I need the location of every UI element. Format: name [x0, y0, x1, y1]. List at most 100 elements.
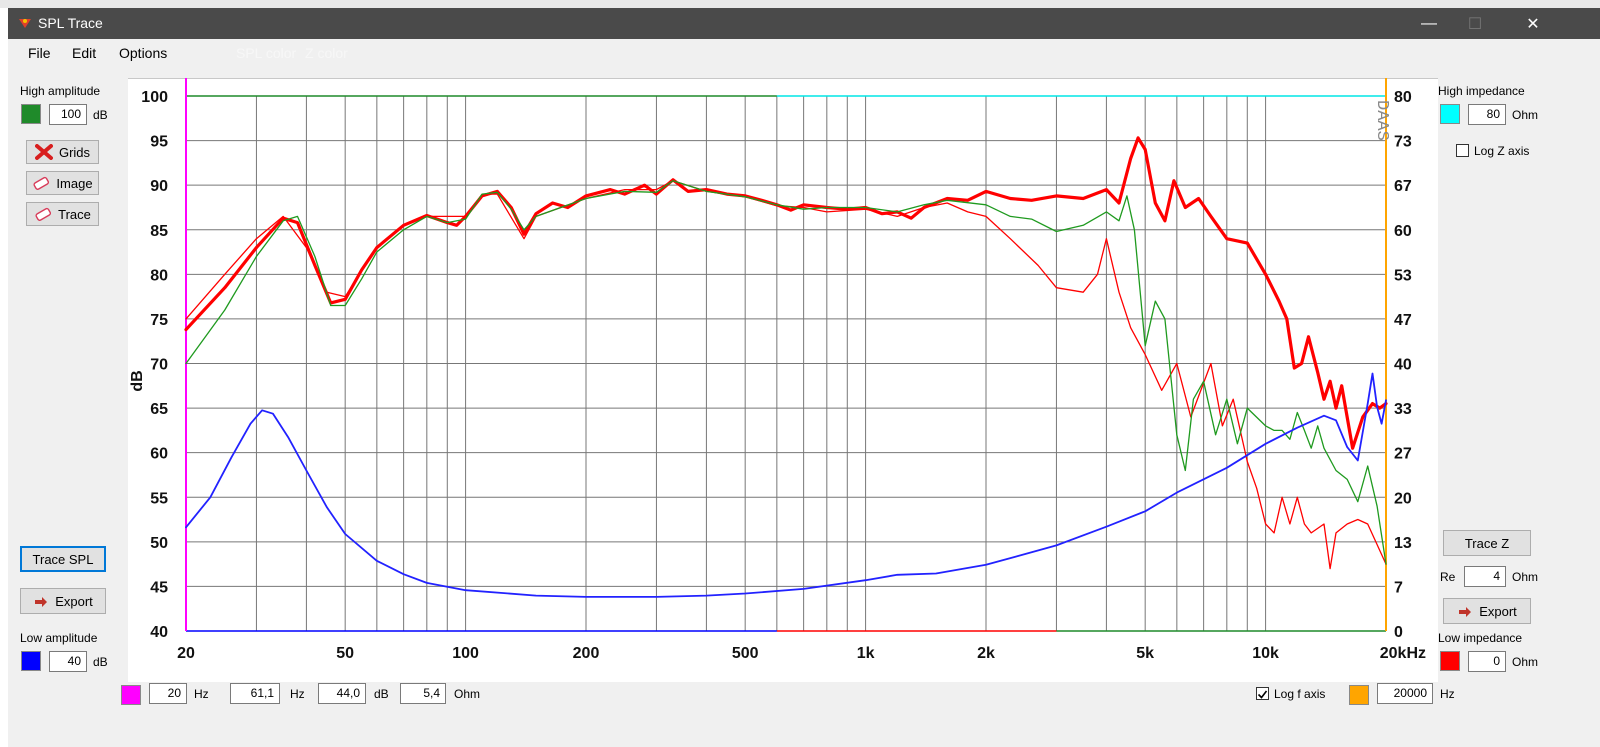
checkmark-icon	[1257, 690, 1268, 699]
log-z-axis-label: Log Z axis	[1474, 144, 1530, 158]
re-input[interactable]: 4	[1464, 566, 1506, 587]
export-z-button[interactable]: Export	[1443, 598, 1531, 624]
low-impedance-label: Low impedance	[1438, 631, 1523, 645]
menu-options[interactable]: Options	[119, 45, 167, 61]
x-tick-label: 10k	[1252, 645, 1279, 662]
menu-edit[interactable]: Edit	[72, 45, 96, 61]
y2-tick-label: 33	[1394, 401, 1412, 418]
high-impedance-input[interactable]: 80	[1468, 104, 1506, 125]
y-tick-label: 90	[150, 178, 168, 195]
trace-button[interactable]: Trace	[26, 202, 99, 226]
low-frequency-color-swatch[interactable]	[121, 685, 141, 705]
re-label: Re	[1440, 570, 1456, 584]
image-button-label: Image	[56, 175, 93, 191]
export-spl-button[interactable]: Export	[20, 588, 106, 614]
y2-tick-label: 47	[1394, 312, 1412, 329]
high-frequency-color-swatch[interactable]	[1349, 685, 1369, 705]
cursor-db-unit: dB	[374, 687, 389, 701]
y-tick-label: 45	[150, 579, 168, 596]
y-tick-label: 95	[150, 134, 168, 151]
x-tick-label: 20kHz	[1380, 645, 1426, 662]
low-impedance-color-swatch[interactable]	[1440, 651, 1460, 671]
x-tick-label: 200	[573, 645, 600, 662]
x-tick-label: 100	[452, 645, 479, 662]
re-unit: Ohm	[1512, 570, 1539, 584]
grids-button[interactable]: Grids	[26, 140, 99, 164]
x-tick-label: 500	[732, 645, 759, 662]
cursor-ohm-unit: Ohm	[454, 687, 481, 701]
trace-spl-button[interactable]: Trace SPL	[20, 546, 106, 572]
y2-tick-label: 80	[1394, 89, 1412, 106]
y-tick-label: 60	[150, 446, 168, 463]
high-impedance-unit: Ohm	[1512, 108, 1539, 122]
high-impedance-color-swatch[interactable]	[1440, 104, 1460, 124]
y-tick-label: 100	[141, 89, 168, 106]
app-icon	[19, 19, 31, 28]
minimize-button[interactable]: —	[1406, 8, 1452, 39]
export-arrow-icon	[1459, 607, 1472, 617]
low-frequency-input[interactable]: 20	[149, 683, 187, 704]
y-tick-label: 85	[150, 223, 168, 240]
menu-file[interactable]: File	[28, 45, 51, 61]
y2-tick-label: 27	[1394, 446, 1412, 463]
low-impedance-unit: Ohm	[1512, 655, 1539, 669]
low-amplitude-label: Low amplitude	[20, 631, 98, 645]
y2-tick-label: 0	[1394, 624, 1403, 641]
low-frequency-unit: Hz	[194, 687, 209, 701]
high-amplitude-label: High amplitude	[20, 84, 101, 98]
y-tick-label: 50	[150, 535, 168, 552]
y-tick-label: 55	[150, 490, 168, 507]
y2-tick-label: 53	[1394, 267, 1412, 284]
y-axis-label: dB	[129, 370, 146, 391]
menu-bar: File Edit Options SPL color Z color	[8, 39, 1600, 67]
cursor-db-readout: 44,0	[318, 683, 366, 704]
low-amplitude-color-swatch[interactable]	[21, 651, 41, 671]
y-tick-label: 80	[150, 267, 168, 284]
high-frequency-input[interactable]: 20000	[1377, 683, 1433, 704]
y-tick-label: 70	[150, 357, 168, 374]
eraser-icon	[33, 176, 50, 190]
y2-tick-label: 20	[1394, 490, 1412, 507]
export-spl-label: Export	[55, 593, 93, 609]
daas-watermark: DAAS	[1372, 100, 1391, 141]
y-tick-label: 40	[150, 624, 168, 641]
high-amplitude-unit: dB	[93, 108, 108, 122]
high-amplitude-input[interactable]: 100	[49, 104, 87, 125]
grids-button-label: Grids	[58, 144, 91, 160]
y-tick-label: 75	[150, 312, 168, 329]
title-bar: SPL Trace — ☐ ✕	[8, 8, 1600, 39]
log-z-axis-checkbox[interactable]	[1456, 144, 1469, 157]
x-tick-label: 50	[336, 645, 354, 662]
export-arrow-icon	[35, 597, 48, 607]
cursor-frequency-unit: Hz	[290, 687, 305, 701]
maximize-button[interactable]: ☐	[1452, 8, 1498, 39]
trace-z-button[interactable]: Trace Z	[1443, 530, 1531, 556]
spl-impedance-chart[interactable]: 1009590858075706560555045408073676053474…	[128, 78, 1438, 682]
y2-tick-label: 60	[1394, 223, 1412, 240]
eraser-icon	[35, 207, 52, 221]
menu-spl-color[interactable]: SPL color	[236, 45, 296, 61]
x-tick-label: 1k	[857, 645, 875, 662]
x-tick-label: 20	[177, 645, 195, 662]
low-amplitude-unit: dB	[93, 655, 108, 669]
taskbar-strip	[0, 0, 1600, 8]
image-button[interactable]: Image	[26, 171, 99, 195]
close-button[interactable]: ✕	[1510, 8, 1556, 39]
log-f-axis-checkbox[interactable]	[1256, 687, 1269, 700]
cursor-frequency-readout: 61,1	[230, 683, 280, 704]
red-x-icon	[34, 144, 53, 160]
export-z-label: Export	[1479, 603, 1517, 619]
low-impedance-input[interactable]: 0	[1468, 651, 1506, 672]
trace-button-label: Trace	[58, 206, 91, 222]
high-amplitude-color-swatch[interactable]	[21, 104, 41, 124]
y2-tick-label: 7	[1394, 579, 1403, 596]
window-title: SPL Trace	[38, 15, 103, 31]
x-tick-label: 2k	[977, 645, 995, 662]
cursor-ohm-readout: 5,4	[400, 683, 446, 704]
high-frequency-unit: Hz	[1440, 687, 1455, 701]
menu-z-color[interactable]: Z color	[305, 45, 348, 61]
low-amplitude-input[interactable]: 40	[49, 651, 87, 672]
y2-tick-label: 40	[1394, 357, 1412, 374]
high-impedance-label: High impedance	[1438, 84, 1525, 98]
y-tick-label: 65	[150, 401, 168, 418]
